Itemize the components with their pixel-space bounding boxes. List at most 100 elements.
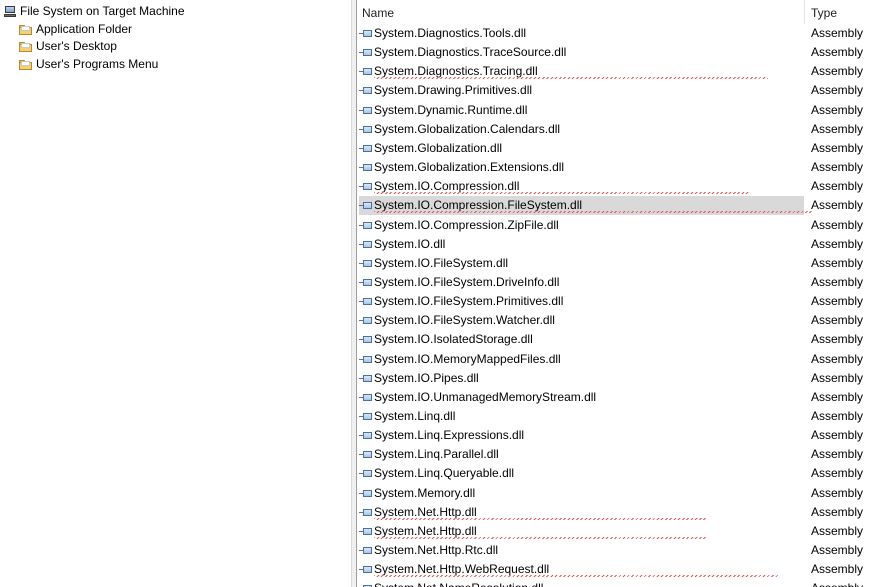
file-list-row[interactable]: System.Net.Http.WebRequest.dll Assembly	[357, 560, 892, 579]
file-list-row[interactable]: System.Linq.Queryable.dll Assembly	[357, 464, 892, 483]
file-list-row[interactable]: System.Globalization.dll Assembly	[357, 139, 892, 158]
assembly-icon	[359, 374, 373, 384]
tree-item-label: Application Folder	[36, 22, 133, 36]
file-name-text: System.IO.FileSystem.dll	[374, 256, 509, 270]
file-name-cell: System.IO.Pipes.dll	[359, 369, 804, 388]
file-name-text: System.Globalization.dll	[374, 141, 503, 155]
file-type-cell: Assembly	[811, 198, 864, 212]
file-type-cell: Assembly	[811, 160, 864, 174]
file-list-row[interactable]: System.Dynamic.Runtime.dll Assembly	[357, 101, 892, 120]
file-name-cell: System.IO.FileSystem.dll	[359, 254, 804, 273]
assembly-icon	[359, 201, 373, 211]
file-type-cell: Assembly	[811, 466, 864, 480]
file-list-row[interactable]: System.IO.UnmanagedMemoryStream.dll Assem…	[357, 388, 892, 407]
assembly-icon	[359, 67, 373, 77]
file-name-cell: System.Globalization.Calendars.dll	[359, 120, 804, 139]
file-name-cell: System.IO.FileSystem.Primitives.dll	[359, 292, 804, 311]
file-list-row[interactable]: System.IO.FileSystem.Primitives.dll Assem…	[357, 292, 892, 311]
file-type-cell: Assembly	[811, 505, 864, 519]
file-list-row[interactable]: System.Net.Http.Rtc.dll Assembly	[357, 541, 892, 560]
file-name-cell: System.Dynamic.Runtime.dll	[359, 101, 804, 120]
file-type-cell: Assembly	[811, 141, 864, 155]
file-list-row[interactable]: System.Drawing.Primitives.dll Assembly	[357, 81, 892, 100]
file-type-cell: Assembly	[811, 332, 864, 346]
file-list-pane[interactable]: Name Type System.Diagnostics.Tools.dll As…	[357, 0, 892, 587]
tree-item-application-folder[interactable]: Application Folder	[18, 21, 132, 38]
assembly-icon	[359, 584, 373, 587]
file-name-cell: System.Linq.Queryable.dll	[359, 464, 804, 483]
tree-item-users-programs-menu[interactable]: User's Programs Menu	[18, 56, 158, 73]
file-type-cell: Assembly	[811, 447, 864, 461]
file-name-cell: System.Globalization.dll	[359, 139, 804, 158]
assembly-icon	[359, 450, 373, 460]
file-list-row[interactable]: System.Net.NameResolution.dll Assembly	[357, 579, 892, 587]
tree-item-users-desktop[interactable]: User's Desktop	[18, 38, 117, 55]
assembly-icon	[359, 29, 373, 39]
assembly-icon	[359, 316, 373, 326]
file-list-row[interactable]: System.Diagnostics.TraceSource.dll Assemb…	[357, 43, 892, 62]
file-list-row[interactable]: System.Net.Http.dll Assembly	[357, 503, 892, 522]
file-list-row[interactable]: System.Memory.dll Assembly	[357, 484, 892, 503]
assembly-icon	[359, 565, 373, 575]
assembly-icon	[359, 182, 373, 192]
tree-root-label: File System on Target Machine	[20, 4, 185, 18]
file-name-cell: System.IO.Compression.FileSystem.dll	[359, 196, 813, 215]
column-header-name[interactable]: Name	[357, 0, 805, 24]
folder-tree-pane[interactable]: File System on Target Machine Applicatio…	[0, 0, 351, 587]
file-list-row[interactable]: System.Globalization.Calendars.dll Assemb…	[357, 120, 892, 139]
file-type-cell: Assembly	[811, 275, 864, 289]
file-list-row[interactable]: System.Diagnostics.Tools.dll Assembly	[357, 24, 892, 43]
file-name-cell: System.IO.MemoryMappedFiles.dll	[359, 350, 804, 369]
file-name-cell: System.Diagnostics.TraceSource.dll	[359, 43, 804, 62]
file-name-cell: System.IO.FileSystem.DriveInfo.dll	[359, 273, 804, 292]
file-name-cell: System.Memory.dll	[359, 484, 804, 503]
tree-item-label: User's Programs Menu	[36, 57, 159, 71]
assembly-icon	[359, 469, 373, 479]
file-type-cell: Assembly	[811, 256, 864, 270]
file-list-row[interactable]: System.Linq.Parallel.dll Assembly	[357, 445, 892, 464]
file-name-cell: System.IO.Compression.ZipFile.dll	[359, 216, 804, 235]
file-name-cell: System.Diagnostics.Tracing.dll	[359, 62, 804, 81]
file-type-cell: Assembly	[811, 352, 864, 366]
file-list-row[interactable]: System.Diagnostics.Tracing.dll Assembly	[357, 62, 892, 81]
file-type-cell: Assembly	[811, 390, 864, 404]
file-type-cell: Assembly	[811, 64, 864, 78]
file-name-text: System.IO.dll	[374, 237, 446, 251]
file-name-text: System.Drawing.Primitives.dll	[374, 83, 533, 97]
assembly-icon	[359, 144, 373, 154]
assembly-icon	[359, 278, 373, 288]
file-list-row[interactable]: System.IO.FileSystem.Watcher.dll Assembly	[357, 311, 892, 330]
file-type-cell: Assembly	[811, 179, 864, 193]
file-list-row[interactable]: System.IO.Compression.ZipFile.dll Assembl…	[357, 216, 892, 235]
file-name-cell: System.Linq.Parallel.dll	[359, 445, 804, 464]
assembly-icon	[359, 527, 373, 537]
assembly-icon	[359, 335, 373, 345]
column-header-type[interactable]: Type	[806, 0, 892, 24]
file-name-text: System.IO.UnmanagedMemoryStream.dll	[374, 390, 597, 404]
file-list-row[interactable]: System.IO.Pipes.dll Assembly	[357, 369, 892, 388]
file-list-row[interactable]: System.IO.MemoryMappedFiles.dll Assembly	[357, 350, 892, 369]
file-name-cell: System.Net.NameResolution.dll	[359, 579, 804, 587]
file-name-text: System.IO.MemoryMappedFiles.dll	[374, 352, 561, 366]
file-type-cell: Assembly	[811, 45, 864, 59]
file-type-cell: Assembly	[811, 83, 864, 97]
file-name-text: System.IO.Compression.FileSystem.dll	[374, 196, 813, 215]
file-name-text: System.Net.NameResolution.dll	[374, 579, 543, 587]
file-type-cell: Assembly	[811, 579, 891, 587]
assembly-icon	[359, 393, 373, 403]
file-list-row[interactable]: System.Linq.dll Assembly	[357, 407, 892, 426]
file-list-row[interactable]: System.IO.Compression.FileSystem.dll Asse…	[357, 196, 892, 215]
file-list-row[interactable]: System.IO.FileSystem.DriveInfo.dll Assemb…	[357, 273, 892, 292]
file-name-text: System.Diagnostics.Tracing.dll	[374, 62, 767, 81]
file-list-row[interactable]: System.Net.Http.dll Assembly	[357, 522, 892, 541]
file-type-cell: Assembly	[811, 486, 864, 500]
file-list-row[interactable]: System.Linq.Expressions.dll Assembly	[357, 426, 892, 445]
file-list-row[interactable]: System.IO.dll Assembly	[357, 235, 892, 254]
file-name-text: System.IO.Pipes.dll	[374, 371, 479, 385]
file-list-row[interactable]: System.IO.FileSystem.dll Assembly	[357, 254, 892, 273]
file-list-row[interactable]: System.IO.IsolatedStorage.dll Assembly	[357, 330, 892, 349]
assembly-icon	[359, 297, 373, 307]
file-list-row[interactable]: System.IO.Compression.dll Assembly	[357, 177, 892, 196]
tree-root-file-system[interactable]: File System on Target Machine	[4, 3, 185, 20]
file-list-row[interactable]: System.Globalization.Extensions.dll Assem…	[357, 158, 892, 177]
